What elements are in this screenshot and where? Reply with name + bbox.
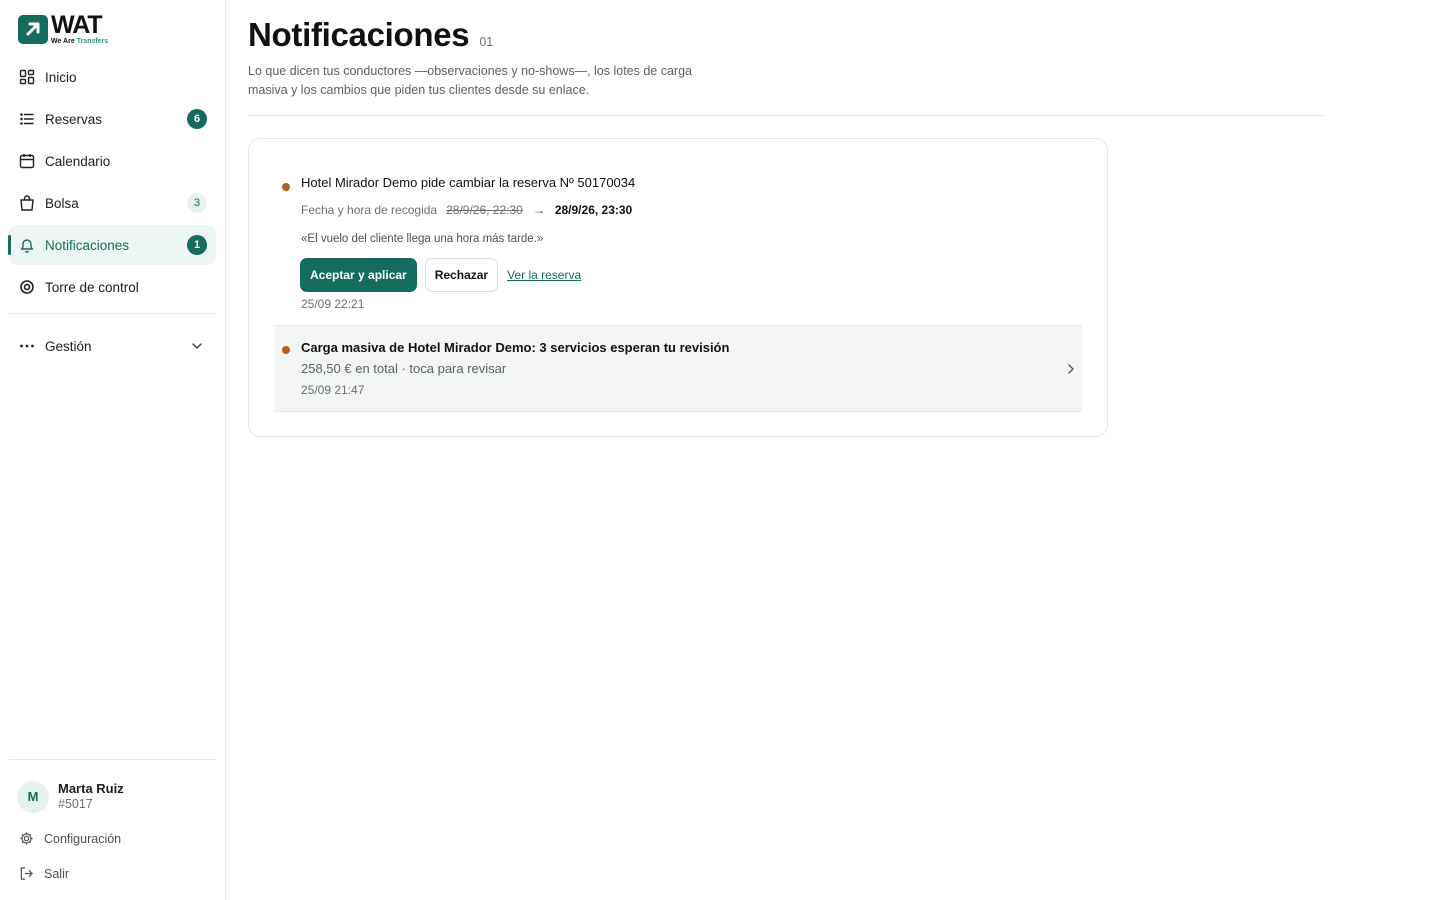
- user-id: #5017: [58, 796, 93, 811]
- sidebar-item-bolsa[interactable]: Bolsa 3: [9, 183, 216, 223]
- sidebar-item-gestion[interactable]: Gestión: [9, 326, 216, 366]
- notification-timestamp: 25/09 21:47: [301, 383, 365, 397]
- notifications-card: Hotel Mirador Demo pide cambiar la reser…: [248, 138, 1108, 437]
- notification-actions: Aceptar y aplicar Rechazar Ver la reserv…: [300, 258, 581, 292]
- brand-logo[interactable]: WAT We Are Transfers: [18, 13, 108, 45]
- sidebar-item-calendario[interactable]: Calendario: [9, 141, 216, 181]
- notification-timestamp: 25/09 22:21: [301, 297, 365, 311]
- target-icon: [19, 279, 35, 295]
- unread-dot: [282, 346, 290, 354]
- accept-button[interactable]: Aceptar y aplicar: [300, 258, 417, 292]
- list-icon: [19, 111, 35, 127]
- logout-link[interactable]: Salir: [9, 856, 216, 891]
- notification-title: Hotel Mirador Demo pide cambiar la reser…: [301, 175, 636, 190]
- bell-icon: [19, 237, 35, 253]
- chevron-right-icon: [1066, 362, 1076, 380]
- header-divider: [248, 115, 1324, 116]
- view-booking-link[interactable]: Ver la reserva: [507, 268, 581, 282]
- notificaciones-count-badge: 1: [187, 235, 207, 255]
- sidebar-item-label: Reservas: [45, 111, 103, 127]
- settings-label: Configuración: [44, 831, 122, 846]
- logo-arrow-icon: [18, 14, 48, 44]
- reservas-count-badge: 6: [187, 109, 207, 129]
- sidebar-item-label: Inicio: [45, 69, 77, 85]
- change-field-label: Fecha y hora de recogida: [301, 203, 438, 217]
- user-name: Marta Ruiz: [58, 780, 124, 796]
- sidebar-item-reservas[interactable]: Reservas 6: [9, 99, 216, 139]
- settings-link[interactable]: Configuración: [9, 821, 216, 856]
- user-profile[interactable]: M Marta Ruiz #5017: [9, 760, 216, 820]
- sidebar-item-label: Gestión: [45, 338, 92, 354]
- page-subtitle: Lo que dicen tus conductores —observacio…: [248, 64, 692, 97]
- page-title: Notificaciones: [248, 16, 470, 53]
- logout-label: Salir: [44, 866, 70, 881]
- sidebar-item-torre-de-control[interactable]: Torre de control: [9, 267, 216, 307]
- unread-dot: [282, 183, 290, 191]
- sidebar-item-label: Notificaciones: [45, 237, 130, 253]
- dashboard-icon: [19, 69, 35, 85]
- sidebar-divider: [9, 313, 216, 314]
- user-panel: M Marta Ruiz #5017 Configuración Salir: [9, 759, 216, 891]
- calendar-icon: [19, 153, 35, 169]
- change-detail: Fecha y hora de recogida 28/9/26, 22:30 …: [301, 203, 632, 217]
- brand-tagline: We Are Transfers: [51, 38, 109, 45]
- sidebar-item-notificaciones[interactable]: Notificaciones 1: [8, 225, 216, 265]
- sidebar-nav: Inicio Reservas 6 Calendario Bolsa 3 Not…: [8, 57, 216, 314]
- sidebar: WAT We Are Transfers Inicio Reservas 6 C…: [0, 0, 226, 900]
- notification-count: 01: [479, 35, 494, 49]
- sidebar-item-inicio[interactable]: Inicio: [9, 57, 216, 97]
- arrow-right-icon: →: [532, 203, 545, 217]
- reject-button[interactable]: Rechazar: [424, 258, 499, 292]
- new-value: 28/9/26, 23:30: [554, 203, 633, 217]
- sidebar-item-label: Bolsa: [45, 195, 79, 211]
- old-value: 28/9/26, 22:30: [446, 203, 523, 217]
- notification-title: Carga masiva de Hotel Mirador Demo: 3 se…: [301, 340, 730, 355]
- notification-summary: 258,50 € en total · toca para revisar: [301, 361, 507, 376]
- logout-icon: [19, 866, 34, 881]
- bag-icon: [19, 195, 35, 211]
- sidebar-item-label: Calendario: [45, 153, 111, 169]
- brand-name: WAT: [51, 11, 103, 39]
- chevron-down-icon: [190, 339, 204, 356]
- client-message: «El vuelo del cliente llega una hora más…: [301, 233, 544, 245]
- sidebar-item-label: Torre de control: [45, 279, 139, 295]
- notification-bulk-upload[interactable]: Carga masiva de Hotel Mirador Demo: 3 se…: [275, 325, 1082, 412]
- more-dots-icon: [19, 338, 35, 354]
- avatar: M: [17, 780, 49, 813]
- gear-icon: [19, 831, 34, 846]
- bolsa-count-badge: 3: [187, 193, 207, 213]
